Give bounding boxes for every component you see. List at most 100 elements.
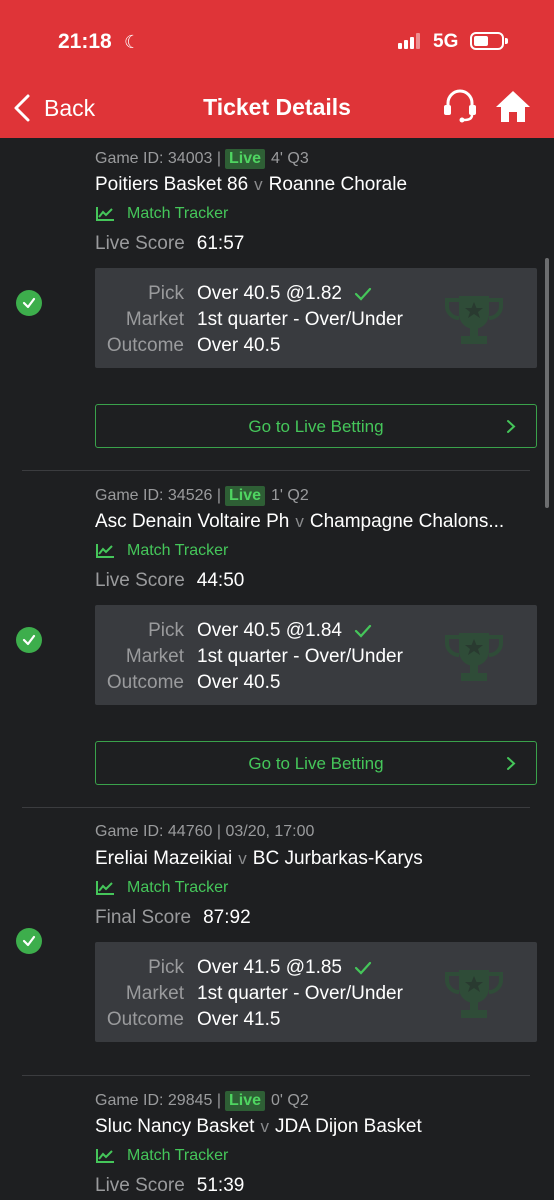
check-circle-icon xyxy=(16,627,42,653)
market-label: Market xyxy=(125,983,184,1004)
market-label: Market xyxy=(125,646,184,667)
checkmark-icon xyxy=(354,961,372,975)
game-id: Game ID: 34526 | xyxy=(95,487,221,504)
match-tracker-label: Match Tracker xyxy=(127,542,229,559)
pick-row: Pick Over 41.5 @1.85 xyxy=(95,957,372,979)
go-live-label: Go to Live Betting xyxy=(248,417,384,436)
live-badge: Live xyxy=(225,486,266,506)
home-team: Sluc Nancy Basket xyxy=(95,1116,255,1137)
live-badge: Live xyxy=(225,1091,266,1111)
battery-icon xyxy=(470,32,508,50)
moon-icon: ☾ xyxy=(124,32,141,52)
home-icon[interactable] xyxy=(494,88,532,124)
teams: Asc Denain Voltaire Ph v Champagne Chalons… xyxy=(95,511,535,533)
network-type: 5G xyxy=(433,31,459,52)
pick-value: Over 40.5 @1.82 xyxy=(197,283,342,304)
headset-support-icon[interactable] xyxy=(442,88,478,124)
outcome-row: Outcome Over 40.5 xyxy=(95,672,281,694)
match-tracker-label: Match Tracker xyxy=(127,205,229,222)
market-row: Market 1st quarter - Over/Under xyxy=(95,983,403,1005)
ticket-list[interactable]: Game ID: 34003 | Live 4' Q3 Poitiers Bas… xyxy=(0,138,554,1200)
outcome-value: Over 40.5 xyxy=(197,672,281,693)
versus-label: v xyxy=(260,1117,269,1136)
away-team: Champagne Chalons... xyxy=(309,511,505,532)
match-tracker-label: Match Tracker xyxy=(127,1147,229,1164)
divider xyxy=(22,470,530,471)
versus-label: v xyxy=(295,512,304,531)
pick-label: Pick xyxy=(148,957,184,978)
game-meta: Game ID: 29845 | Live 0' Q2 xyxy=(95,1090,309,1112)
score-label: Live Score xyxy=(95,233,185,254)
divider xyxy=(22,807,530,808)
game-id: Game ID: 29845 | xyxy=(95,1092,221,1109)
teams: Ereliai Mazeikiai v BC Jurbarkas-Karys xyxy=(95,848,535,870)
score-line: Final Score 87:92 xyxy=(95,907,251,929)
score-label: Final Score xyxy=(95,907,192,928)
game-meta: Game ID: 44760 | 03/20, 17:00 xyxy=(95,821,314,843)
pick-panel: Pick Over 40.5 @1.82 Market 1st quarter - … xyxy=(95,268,537,368)
score-line: Live Score 51:39 xyxy=(95,1175,244,1197)
outcome-value: Over 40.5 xyxy=(197,335,281,356)
outcome-label: Outcome xyxy=(106,672,184,693)
pick-value: Over 41.5 @1.85 xyxy=(197,957,342,978)
market-row: Market 1st quarter - Over/Under xyxy=(95,646,403,668)
chart-line-icon xyxy=(96,544,114,558)
market-value: 1st quarter - Over/Under xyxy=(197,983,403,1004)
outcome-value: Over 41.5 xyxy=(197,1009,281,1030)
back-button[interactable]: Back xyxy=(12,90,95,126)
outcome-row: Outcome Over 40.5 xyxy=(95,335,281,357)
check-circle-icon xyxy=(16,290,42,316)
checkmark-icon xyxy=(354,287,372,301)
match-tracker-link[interactable]: Match Tracker xyxy=(95,879,228,897)
away-team: BC Jurbarkas-Karys xyxy=(252,848,423,869)
game-meta: Game ID: 34526 | Live 1' Q2 xyxy=(95,485,309,507)
score-label: Live Score xyxy=(95,1175,185,1196)
signal-icon xyxy=(398,33,422,49)
game-meta: Game ID: 34003 | Live 4' Q3 xyxy=(95,148,309,170)
market-value: 1st quarter - Over/Under xyxy=(197,646,403,667)
pick-row: Pick Over 40.5 @1.82 xyxy=(95,283,372,305)
divider xyxy=(22,1075,530,1076)
live-badge: Live xyxy=(225,149,266,169)
score-label: Live Score xyxy=(95,570,185,591)
go-to-live-betting-button[interactable]: Go to Live Betting xyxy=(95,741,537,785)
game-timing: 4' Q3 xyxy=(271,150,309,167)
score-value: 51:39 xyxy=(196,1175,245,1196)
back-label: Back xyxy=(44,94,96,121)
trophy-icon xyxy=(445,633,503,681)
game-timing: 1' Q2 xyxy=(271,487,309,504)
checkmark-icon xyxy=(354,624,372,638)
chevron-right-icon xyxy=(507,420,516,433)
pick-label: Pick xyxy=(148,620,184,641)
go-to-live-betting-button[interactable]: Go to Live Betting xyxy=(95,404,537,448)
game-timing: 0' Q2 xyxy=(271,1092,309,1109)
scrollbar[interactable] xyxy=(545,258,549,508)
score-line: Live Score 61:57 xyxy=(95,233,244,255)
away-team: Roanne Chorale xyxy=(268,174,408,195)
match-tracker-link[interactable]: Match Tracker xyxy=(95,205,228,223)
check-circle-icon xyxy=(16,928,42,954)
score-value: 87:92 xyxy=(203,907,251,928)
versus-label: v xyxy=(238,849,247,868)
teams: Sluc Nancy Basket v JDA Dijon Basket xyxy=(95,1116,535,1138)
pick-panel: Pick Over 41.5 @1.85 Market 1st quarter - … xyxy=(95,942,537,1042)
pick-value: Over 40.5 @1.84 xyxy=(197,620,342,641)
home-team: Asc Denain Voltaire Ph xyxy=(95,511,290,532)
outcome-label: Outcome xyxy=(106,1009,184,1030)
go-live-label: Go to Live Betting xyxy=(248,754,384,773)
trophy-icon xyxy=(445,970,503,1018)
chevron-right-icon xyxy=(507,757,516,770)
market-value: 1st quarter - Over/Under xyxy=(197,309,403,330)
market-row: Market 1st quarter - Over/Under xyxy=(95,309,403,331)
pick-row: Pick Over 40.5 @1.84 xyxy=(95,620,372,642)
pick-label: Pick xyxy=(148,283,184,304)
match-tracker-link[interactable]: Match Tracker xyxy=(95,1147,228,1165)
versus-label: v xyxy=(254,175,263,194)
pick-panel: Pick Over 40.5 @1.84 Market 1st quarter - … xyxy=(95,605,537,705)
outcome-label: Outcome xyxy=(106,335,184,356)
chart-line-icon xyxy=(96,1149,114,1163)
match-tracker-link[interactable]: Match Tracker xyxy=(95,542,228,560)
teams: Poitiers Basket 86 v Roanne Chorale xyxy=(95,174,535,196)
game-id: Game ID: 34003 | xyxy=(95,150,221,167)
chevron-left-icon xyxy=(14,94,30,122)
